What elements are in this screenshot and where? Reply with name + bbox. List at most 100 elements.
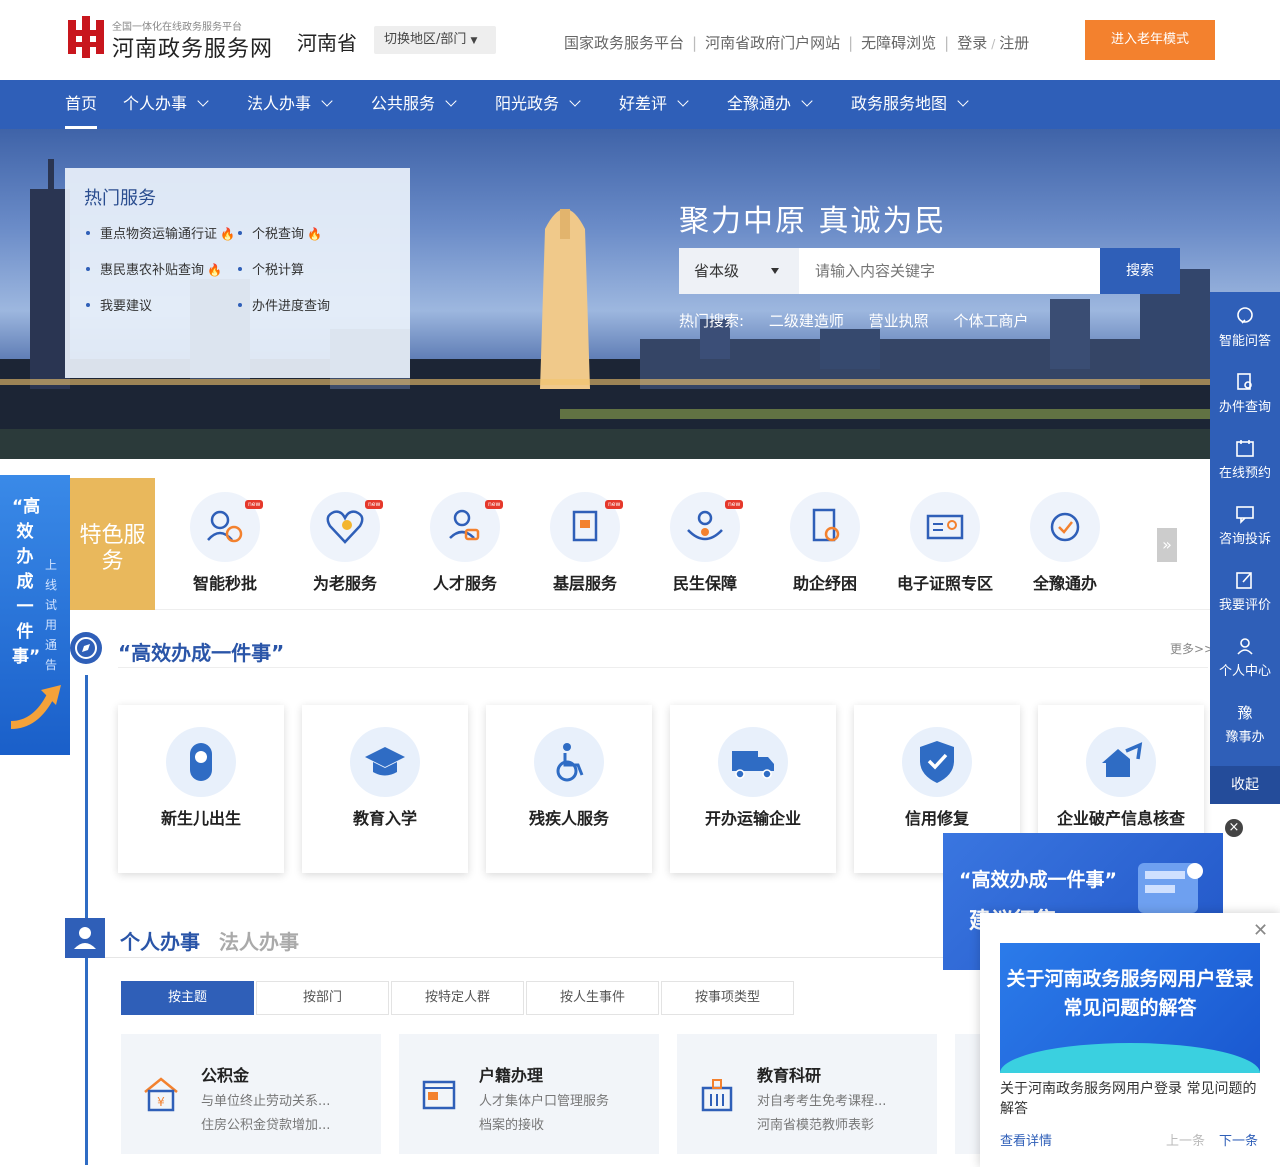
sidebar-item-complaint[interactable]: 咨询投诉 xyxy=(1210,490,1280,556)
service-card-item[interactable]: 人才集体户口管理服务 xyxy=(479,1090,609,1109)
tab-by-theme[interactable]: 按主题 xyxy=(121,981,254,1015)
nav-sunshine-gov[interactable]: 阳光政务 xyxy=(495,80,581,129)
sidebar-item-evaluate[interactable]: 我要评价 xyxy=(1210,556,1280,622)
house-arrow-icon xyxy=(1086,727,1156,797)
feature-item-livelihood[interactable]: new 民生保障 xyxy=(645,478,765,610)
nav-service-map[interactable]: 政务服务地图 xyxy=(851,80,969,129)
feature-item-grassroots[interactable]: new 基层服务 xyxy=(525,478,645,610)
sidebar-item-label: 办件查询 xyxy=(1218,400,1271,415)
gaoxiao-card-label: 残疾人服务 xyxy=(528,809,609,828)
link-login[interactable]: 登录 xyxy=(957,34,987,52)
nav-corporate[interactable]: 法人办事 xyxy=(247,80,333,129)
sidebar-collapse-button[interactable]: 收起 xyxy=(1210,766,1280,804)
feature-item-label: 民生保障 xyxy=(672,574,737,593)
gaoxiao-card-disability[interactable]: 残疾人服务 xyxy=(486,705,652,873)
nav-province-wide-label: 全豫通办 xyxy=(727,94,792,113)
tab-corporate-affairs[interactable]: 法人办事 xyxy=(219,926,299,955)
hot-item[interactable]: 我要建议 xyxy=(86,295,152,314)
tab-by-group[interactable]: 按特定人群 xyxy=(391,981,524,1015)
hot-search-keyword[interactable]: 营业执照 xyxy=(869,312,929,330)
hot-search-keyword[interactable]: 个体工商户 xyxy=(953,312,1028,330)
logo-title[interactable]: 河南政务服务网 xyxy=(112,31,273,63)
nav-public-service[interactable]: 公共服务 xyxy=(371,80,457,129)
gaoxiao-card-education[interactable]: 教育入学 xyxy=(302,705,468,873)
switch-region-label: 切换地区/部门 xyxy=(384,32,467,47)
hot-item[interactable]: 重点物资运输通行证 🔥 xyxy=(86,223,235,242)
feature-item-province-wide[interactable]: 全豫通办 xyxy=(1005,478,1125,610)
gaoxiao-more-link[interactable]: 更多>> xyxy=(1170,640,1214,657)
search-level-select[interactable]: 省本级 xyxy=(679,248,799,294)
feature-item-talent[interactable]: new 人才服务 xyxy=(405,478,525,610)
sidebar-item-personal-center[interactable]: 个人中心 xyxy=(1210,622,1280,688)
divider xyxy=(105,957,1005,958)
service-card-item[interactable]: 住房公积金贷款增加... xyxy=(201,1114,330,1133)
link-accessibility[interactable]: 无障碍浏览 xyxy=(861,34,936,52)
link-henan-portal[interactable]: 河南省政府门户网站 xyxy=(705,34,840,52)
elder-mode-button[interactable]: 进入老年模式 xyxy=(1085,20,1215,60)
sidebar-item-label: 我要评价 xyxy=(1218,598,1271,613)
user-icon xyxy=(65,918,105,958)
chevron-down-icon xyxy=(569,95,581,107)
tab-by-department[interactable]: 按部门 xyxy=(256,981,389,1015)
nav-personal[interactable]: 个人办事 xyxy=(123,80,209,129)
sidebar-item-smart-qa[interactable]: 智能问答 xyxy=(1210,292,1280,358)
tab-by-item-type[interactable]: 按事项类型 xyxy=(661,981,794,1015)
service-card-item[interactable]: 档案的接收 xyxy=(479,1114,544,1133)
service-card-item[interactable]: 与单位终止劳动关系... xyxy=(201,1090,330,1109)
close-icon[interactable]: × xyxy=(1225,819,1243,837)
service-card-housing-fund[interactable]: ¥ 公积金 与单位终止劳动关系... 住房公积金贷款增加... xyxy=(121,1034,381,1154)
link-register[interactable]: 注册 xyxy=(999,34,1029,52)
search-input[interactable] xyxy=(799,248,1099,294)
nav-public-service-label: 公共服务 xyxy=(371,94,436,113)
left-float-notice[interactable]: “高效办成一件事” 上线试用通告 xyxy=(0,475,70,755)
fire-icon: 🔥 xyxy=(307,227,322,241)
gaoxiao-card-transport[interactable]: 开办运输企业 xyxy=(670,705,836,873)
service-card-item[interactable]: 河南省模范教师表彰 xyxy=(757,1114,874,1133)
wave-decoration xyxy=(1000,1043,1260,1073)
service-card-title: 户籍办理 xyxy=(479,1066,544,1085)
notice-caption[interactable]: 关于河南政务服务网用户登录 常见问题的解答 xyxy=(1000,1079,1265,1119)
logo-icon xyxy=(68,16,104,58)
feature-item-enterprise-relief[interactable]: 助企纾困 xyxy=(765,478,885,610)
tab-by-life-event[interactable]: 按人生事件 xyxy=(526,981,659,1015)
service-card-education-research[interactable]: 教育科研 对自考考生免考课程... 河南省模范教师表彰 xyxy=(677,1034,937,1154)
sidebar-item-appointment[interactable]: 在线预约 xyxy=(1210,424,1280,490)
hot-item[interactable]: 个税计算 xyxy=(238,259,304,278)
service-card-item[interactable]: 对自考考生免考课程... xyxy=(757,1090,886,1109)
switch-region-button[interactable]: 切换地区/部门 ▼ xyxy=(374,26,496,54)
sidebar-item-yushiban[interactable]: 豫 豫事办 xyxy=(1210,688,1280,754)
sidebar-item-case-query[interactable]: 办件查询 xyxy=(1210,358,1280,424)
hot-item[interactable]: 办件进度查询 xyxy=(238,295,330,314)
feature-item-label: 全豫通办 xyxy=(1032,574,1097,593)
hot-search-keyword[interactable]: 二级建造师 xyxy=(769,312,844,330)
notice-banner-image[interactable]: 关于河南政务服务网用户登录常见问题的解答 xyxy=(1000,943,1260,1073)
next-notice-button[interactable]: 下一条 xyxy=(1219,1130,1258,1149)
feature-item-smart-approval[interactable]: new 智能秒批 xyxy=(165,478,285,610)
close-icon[interactable]: ✕ xyxy=(1253,920,1268,941)
house-yuan-icon: ¥ xyxy=(144,1077,178,1112)
chevron-down-icon xyxy=(321,95,333,107)
hot-item[interactable]: 个税查询 🔥 xyxy=(238,223,322,242)
feature-item-e-license[interactable]: 电子证照专区 xyxy=(885,478,1005,610)
nav-home[interactable]: 首页 xyxy=(65,80,98,129)
right-sidebar: 智能问答 办件查询 在线预约 咨询投诉 我要评价 个人中心 豫 豫事办 收起 xyxy=(1210,292,1280,804)
prev-notice-button[interactable]: 上一条 xyxy=(1166,1130,1205,1149)
link-national-platform[interactable]: 国家政务服务平台 xyxy=(564,34,684,52)
nav-rating[interactable]: 好差评 xyxy=(619,80,689,129)
sidebar-item-label: 个人中心 xyxy=(1218,664,1271,679)
next-arrow-button[interactable]: » xyxy=(1157,528,1177,562)
fire-icon: 🔥 xyxy=(220,227,235,241)
view-details-link[interactable]: 查看详情 xyxy=(1000,1130,1052,1149)
nav-province-wide[interactable]: 全豫通办 xyxy=(727,80,813,129)
chat-bubble-icon xyxy=(1237,307,1253,324)
hot-item[interactable]: 惠民惠农补贴查询 🔥 xyxy=(86,259,222,278)
hot-item-label: 惠民惠农补贴查询 xyxy=(100,263,205,278)
tab-personal-affairs[interactable]: 个人办事 xyxy=(120,926,200,955)
service-card-household[interactable]: 户籍办理 人才集体户口管理服务 档案的接收 xyxy=(399,1034,659,1154)
message-icon xyxy=(1236,506,1254,524)
search-button[interactable]: 搜索 xyxy=(1100,248,1180,294)
gaoxiao-card-newborn[interactable]: 新生儿出生 xyxy=(118,705,284,873)
hot-item-label: 个税查询 xyxy=(252,227,305,242)
caret-down-icon xyxy=(771,268,779,274)
feature-item-elderly[interactable]: new 为老服务 xyxy=(285,478,405,610)
